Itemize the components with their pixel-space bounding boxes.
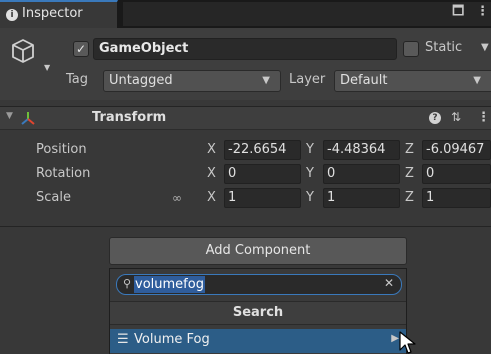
- tag-label: Tag: [66, 72, 89, 87]
- active-checkbox[interactable]: ✓: [73, 41, 89, 57]
- kebab-menu-icon[interactable]: ⋮: [476, 5, 489, 19]
- layer-dropdown[interactable]: Default ▼: [334, 70, 491, 92]
- mouse-cursor-icon: [399, 331, 416, 354]
- game-object-name-field[interactable]: GameObject: [93, 38, 397, 60]
- result-label: Volume Fog: [134, 332, 210, 347]
- position-row: Position X -22.6654 Y -4.48364 Z -6.0946…: [0, 140, 491, 162]
- axis-y-label[interactable]: Y: [306, 190, 314, 205]
- icon-dropdown-arrow-icon[interactable]: ▼: [44, 63, 50, 72]
- rotation-z-field[interactable]: 0: [422, 164, 491, 184]
- tab-inspector[interactable]: i Inspector: [0, 0, 118, 28]
- axis-y-label[interactable]: Y: [306, 142, 314, 157]
- scale-label: Scale: [36, 190, 71, 205]
- static-dropdown-arrow-icon[interactable]: ▼: [481, 42, 489, 53]
- transform-axes-icon: [21, 112, 35, 125]
- axis-y-label[interactable]: Y: [306, 166, 314, 181]
- axis-x-label[interactable]: X: [207, 142, 216, 157]
- script-list-icon: ☰: [117, 332, 129, 347]
- chevron-down-icon: ▼: [262, 75, 270, 86]
- rotation-label: Rotation: [36, 166, 91, 181]
- tag-dropdown[interactable]: Untagged ▼: [103, 70, 281, 92]
- lock-icon[interactable]: 🗖: [452, 5, 464, 19]
- scale-row: Scale ∞ X 1 Y 1 Z 1: [0, 188, 491, 210]
- component-title: Transform: [92, 110, 167, 125]
- game-object-header: ▼ ✓ GameObject Static ▼ Tag Untagged ▼ L…: [0, 28, 491, 100]
- scale-x-field[interactable]: 1: [224, 188, 301, 208]
- static-checkbox[interactable]: [403, 41, 419, 57]
- add-component-popup: ⚲ volumefog ✕ Search ☰ Volume Fog ▶: [109, 268, 407, 354]
- add-component-button[interactable]: Add Component: [109, 237, 407, 265]
- cube-icon: [12, 39, 34, 63]
- chevron-down-icon: ▼: [473, 75, 481, 86]
- axis-z-label[interactable]: Z: [405, 142, 414, 157]
- search-icon: ⚲: [123, 277, 132, 290]
- rotation-y-field[interactable]: 0: [323, 164, 400, 184]
- position-z-field[interactable]: -6.09467: [422, 140, 491, 160]
- divider: [0, 226, 491, 227]
- foldout-arrow-icon[interactable]: ▼: [6, 111, 13, 121]
- clear-search-icon[interactable]: ✕: [384, 276, 394, 290]
- tag-value: Untagged: [109, 73, 173, 88]
- kebab-menu-icon[interactable]: ⋮: [477, 110, 490, 125]
- axis-x-label[interactable]: X: [207, 190, 216, 205]
- axis-x-label[interactable]: X: [207, 166, 216, 181]
- position-x-field[interactable]: -22.6654: [224, 140, 301, 160]
- axis-z-label[interactable]: Z: [405, 190, 414, 205]
- scale-y-field[interactable]: 1: [323, 188, 400, 208]
- component-search-input[interactable]: ⚲ volumefog ✕: [116, 274, 402, 295]
- help-icon[interactable]: ?: [429, 112, 441, 124]
- inspector-window: i Inspector 🗖 ⋮ ▼ ✓ GameObject Static ▼ …: [0, 0, 491, 354]
- rotation-x-field[interactable]: 0: [224, 164, 301, 184]
- constrain-proportions-link-icon[interactable]: ∞: [172, 191, 182, 205]
- position-y-field[interactable]: -4.48364: [323, 140, 400, 160]
- static-label: Static: [425, 40, 463, 55]
- tab-strip: i Inspector 🗖 ⋮: [0, 0, 491, 28]
- info-icon: i: [6, 9, 18, 21]
- tab-strip-bar: [123, 2, 491, 26]
- rotation-row: Rotation X 0 Y 0 Z 0: [0, 164, 491, 186]
- axis-z-label[interactable]: Z: [405, 166, 414, 181]
- position-label: Position: [36, 142, 87, 157]
- popup-title: Search: [110, 301, 406, 325]
- scale-z-field[interactable]: 1: [422, 188, 491, 208]
- layer-label: Layer: [289, 72, 326, 87]
- layer-value: Default: [340, 73, 388, 88]
- list-item[interactable]: ☰ Volume Fog ▶: [110, 329, 406, 353]
- tab-label: Inspector: [22, 6, 83, 21]
- transform-component-header[interactable]: ▼ Transform ? ⇅ ⋮: [0, 106, 491, 130]
- presets-icon[interactable]: ⇅: [451, 110, 461, 124]
- search-query-text: volumefog: [134, 276, 205, 293]
